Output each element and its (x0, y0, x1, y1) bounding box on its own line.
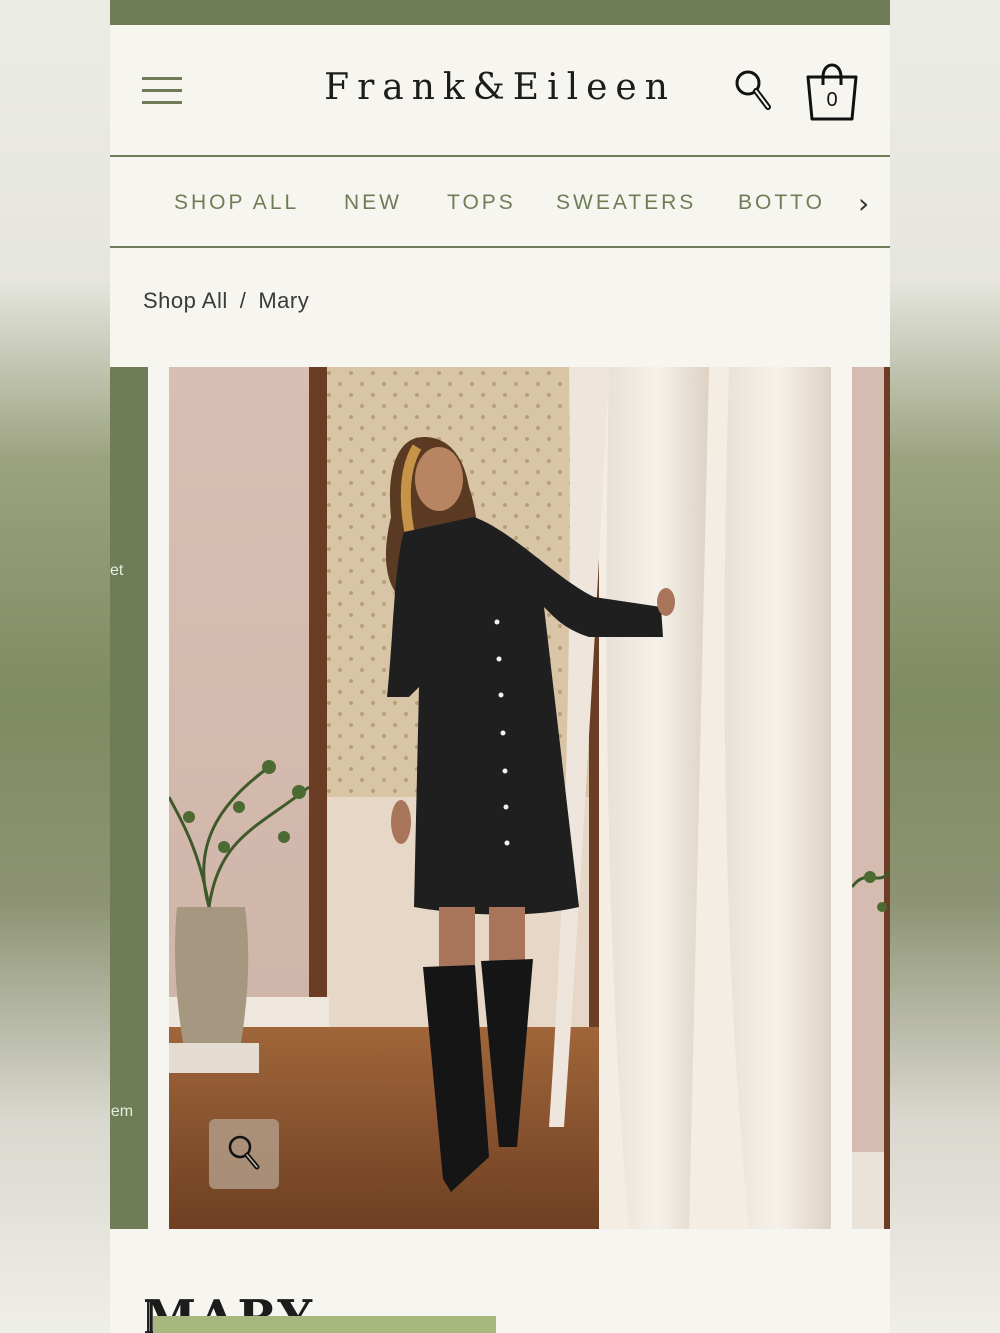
cart-count: 0 (826, 89, 838, 111)
breadcrumb: Shop All / Mary (143, 288, 309, 314)
page: Frank&Eileen 0 SHOP ALL NEW TOPS SWEATER… (110, 0, 890, 1333)
breadcrumb-current: Mary (258, 288, 310, 313)
search-icon (735, 70, 771, 110)
product-image[interactable] (169, 367, 831, 1229)
highlight-overlay (153, 1316, 496, 1333)
magnifier-icon (228, 1135, 260, 1170)
search-button[interactable] (732, 67, 776, 115)
nav-item-new[interactable]: NEW (344, 191, 402, 215)
text-cursor (147, 1302, 149, 1333)
product-image-carousel[interactable]: ket hem (110, 367, 890, 1229)
previous-slide-text: ket (110, 562, 124, 579)
top-accent-bar (110, 0, 890, 25)
breadcrumb-shop-all[interactable]: Shop All (143, 288, 228, 313)
nav-item-bottoms[interactable]: BOTTO (738, 191, 825, 215)
category-nav: SHOP ALL NEW TOPS SWEATERS BOTTO › (110, 157, 890, 248)
cart-button[interactable]: 0 (802, 55, 862, 125)
zoom-button[interactable] (209, 1119, 279, 1189)
next-slide[interactable] (852, 367, 890, 1229)
nav-item-tops[interactable]: TOPS (447, 191, 516, 215)
nav-item-shop-all[interactable]: SHOP ALL (174, 191, 299, 215)
breadcrumb-separator: / (239, 288, 247, 313)
previous-slide[interactable]: ket hem (110, 367, 148, 1229)
previous-slide-text: hem (110, 1103, 134, 1120)
product-photo (169, 367, 831, 1229)
nav-item-sweaters[interactable]: SWEATERS (556, 191, 696, 215)
chevron-right-icon[interactable]: › (858, 187, 869, 220)
next-slide-photo (852, 367, 890, 1229)
site-header: Frank&Eileen 0 (110, 25, 890, 157)
